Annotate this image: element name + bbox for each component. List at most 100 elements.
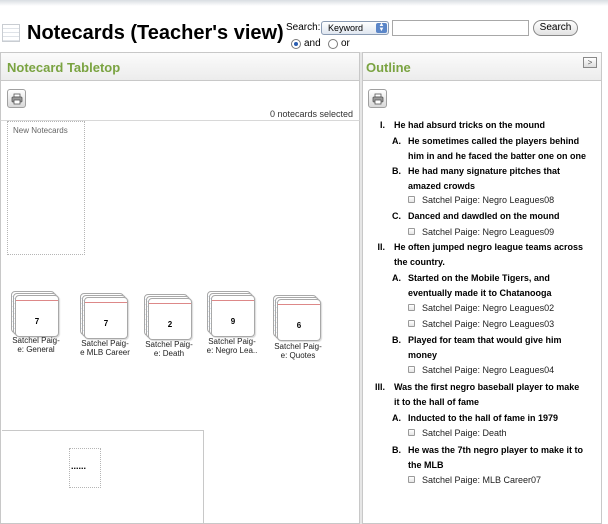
notecard-checkbox[interactable]: [408, 304, 415, 311]
stack-caption: Satchel Paig-: [12, 336, 60, 345]
outline-text: He was the 7th negro player to make it t…: [408, 445, 584, 455]
search-mode-and-label: and: [304, 38, 321, 49]
search-field-select[interactable]: Keyword ▲ ▼: [321, 21, 389, 35]
new-notecards-area[interactable]: New Notecards: [7, 121, 85, 255]
lower-drop-area[interactable]: ......: [2, 430, 204, 524]
outline-notecard[interactable]: Satchel Paige: Negro Leagues09: [408, 225, 555, 240]
outline-number: A.: [392, 413, 401, 423]
notecard-checkbox[interactable]: [408, 476, 415, 483]
search-input[interactable]: [392, 20, 529, 36]
outline-notecard[interactable]: Satchel Paige: MLB Career07: [408, 473, 542, 488]
drop-slot[interactable]: ......: [69, 448, 101, 488]
outline-print-button[interactable]: [368, 89, 387, 108]
outline-title: Outline: [366, 60, 411, 75]
tabletop-header: Notecard Tabletop: [0, 52, 360, 81]
notecard-checkbox[interactable]: [408, 366, 415, 373]
notecard-label: Satchel Paige: Negro Leagues03: [422, 319, 555, 329]
outline-text: him in and he faced the batter one on on…: [408, 151, 587, 161]
notecard-checkbox[interactable]: [408, 228, 415, 235]
card-top: [15, 295, 59, 337]
search-button[interactable]: Search: [533, 20, 578, 36]
notecard-label: Satchel Paige: Negro Leagues02: [422, 303, 555, 313]
new-notecards-label: New Notecards: [13, 126, 68, 135]
outline-text: He had many signature pitches that: [408, 166, 561, 176]
outline-text: He had absurd tricks on the mound: [394, 120, 546, 130]
outline-number: A.: [392, 136, 401, 146]
card-top: [277, 299, 321, 341]
notecard-label: Satchel Paige: Negro Leagues08: [422, 195, 555, 205]
search-mode-or-radio[interactable]: [328, 39, 338, 49]
outline-text: He often jumped negro league teams acros…: [394, 242, 584, 252]
outline-text: it to the hall of fame: [394, 397, 480, 407]
outline-text: Inducted to the hall of fame in 1979: [408, 413, 559, 423]
outline-text: the MLB: [408, 460, 444, 470]
outline-notecard[interactable]: Satchel Paige: Death: [408, 426, 507, 441]
notecard-checkbox[interactable]: [408, 320, 415, 327]
stack-caption: e: Death: [153, 349, 185, 358]
outline-text: the country.: [394, 257, 445, 267]
notecard-icon: [2, 24, 20, 42]
tabletop-toolbar: 0 notecards selected: [0, 81, 360, 121]
outline-text: eventually made it to Chatanooga: [408, 288, 552, 298]
outline-notecard[interactable]: Satchel Paige: Negro Leagues03: [408, 317, 555, 332]
outline-number: C.: [392, 211, 401, 221]
outline-number: III.: [374, 382, 385, 392]
outline-number: B.: [392, 445, 401, 455]
stack-caption: e: Quotes: [280, 351, 316, 360]
outline-notecard[interactable]: Satchel Paige: Negro Leagues04: [408, 363, 555, 378]
tabletop-print-button[interactable]: [7, 89, 26, 108]
stack-caption: Satchel Paig-: [274, 342, 322, 351]
stack-caption: Satchel Paig-: [81, 339, 129, 348]
stack-caption: Satchel Paig-: [208, 337, 256, 346]
outline-number: II.: [377, 242, 385, 252]
notecard-checkbox[interactable]: [408, 429, 415, 436]
outline-text: Started on the Mobile Tigers, and: [408, 273, 550, 283]
notecard-checkbox[interactable]: [408, 196, 415, 203]
notecard-label: Satchel Paige: Negro Leagues09: [422, 227, 555, 237]
stack-count: 7: [34, 317, 40, 326]
outline-text: Was the first negro baseball player to m…: [394, 382, 580, 392]
top-bar: Notecards (Teacher's view) Search: Keywo…: [0, 0, 608, 52]
outline-number: A.: [392, 273, 401, 283]
outline-text: He sometimes called the players behind: [408, 136, 580, 146]
outline-text: Danced and dawdled on the mound: [408, 211, 560, 221]
outline-header: Outline >: [362, 52, 602, 81]
collapse-button[interactable]: >: [583, 57, 597, 68]
stack-count: 6: [296, 321, 302, 330]
notecard-label: Satchel Paige: Death: [422, 428, 507, 438]
page-title: Notecards (Teacher's view): [27, 22, 284, 44]
outline-text: amazed crowds: [408, 181, 476, 191]
outline-number: B.: [392, 335, 401, 345]
search-mode-and-radio[interactable]: [291, 39, 301, 49]
stack-count: 2: [167, 320, 173, 329]
outline-number: I.: [379, 120, 385, 130]
stack-count: 9: [230, 317, 236, 326]
card-top: [211, 295, 255, 337]
printer-icon: [11, 93, 23, 105]
stack-caption: e: Negro Lea..: [206, 346, 258, 355]
drop-placeholder: ......: [71, 461, 87, 471]
outline-notecard[interactable]: Satchel Paige: Negro Leagues02: [408, 301, 555, 316]
card-top: [84, 297, 128, 339]
outline-tree[interactable]: I. He had absurd tricks on the mound A. …: [362, 120, 602, 524]
outline-toolbar: [362, 81, 602, 121]
printer-icon: [372, 93, 384, 105]
notecard-tabletop[interactable]: New Notecards 7 Satchel Paig- e: General…: [0, 120, 360, 524]
search-field-value: Keyword: [328, 23, 364, 33]
outline-notecard[interactable]: Satchel Paige: Negro Leagues08: [408, 193, 555, 208]
stack-caption: Satchel Paig-: [145, 340, 193, 349]
stack-caption: e MLB Career: [80, 348, 130, 357]
selected-count: 0 notecards selected: [269, 109, 353, 119]
search-label: Search:: [286, 22, 321, 33]
stack-caption: e: General: [17, 345, 55, 354]
outline-number: B.: [392, 166, 401, 176]
outline-text: Played for team that would give him: [408, 335, 562, 345]
stack-count: 7: [103, 319, 109, 328]
notecard-label: Satchel Paige: MLB Career07: [422, 475, 542, 485]
notecard-label: Satchel Paige: Negro Leagues04: [422, 365, 555, 375]
outline-text: money: [408, 350, 438, 360]
card-top: [148, 298, 192, 340]
tabletop-title: Notecard Tabletop: [7, 60, 121, 75]
top-stripe: [0, 0, 608, 6]
chevron-updown-icon: ▲ ▼: [376, 22, 387, 33]
